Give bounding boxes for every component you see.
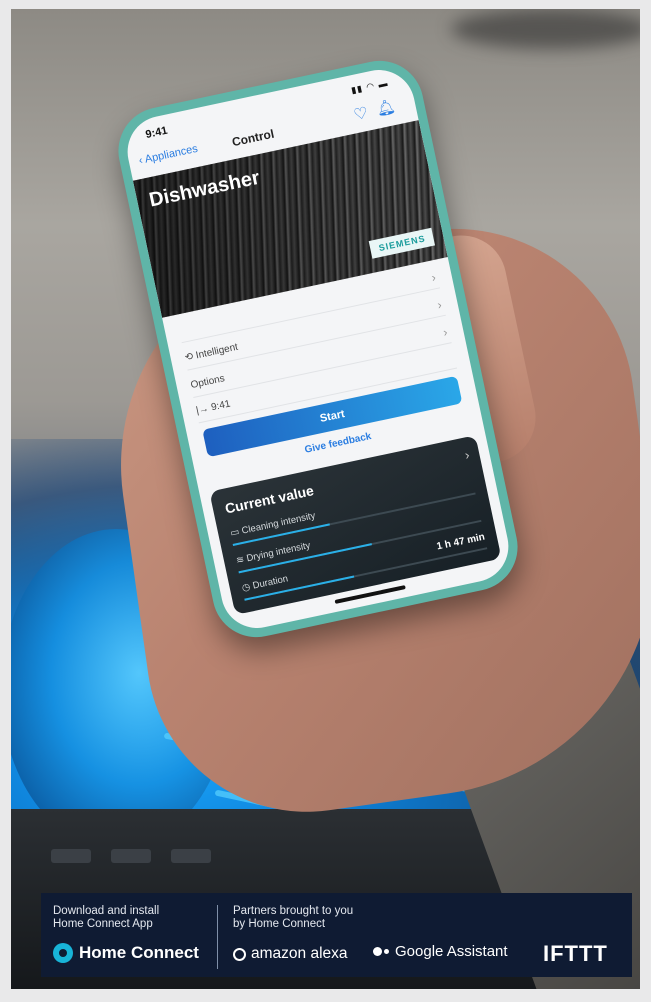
back-label: Appliances [143, 142, 199, 166]
heart-icon[interactable]: ♡ [352, 103, 370, 126]
ifttt-logo[interactable]: IFTTT [543, 941, 608, 967]
home-connect-icon [53, 943, 73, 963]
bell-icon[interactable]: 🔔︎ [375, 97, 397, 119]
divider [217, 905, 218, 969]
status-time: 9:41 [144, 124, 169, 142]
home-connect-logo[interactable]: Home Connect [53, 943, 199, 963]
partners-text: Partners brought to you by Home Connect [233, 905, 354, 930]
back-button[interactable]: ‹ Appliances [138, 143, 199, 167]
chevron-right-icon: › [441, 324, 449, 340]
chevron-right-icon: › [430, 270, 438, 285]
chevron-right-icon: › [436, 297, 443, 313]
google-assistant-logo[interactable]: Google Assistant [373, 943, 508, 960]
console-button [171, 849, 211, 863]
partner-banner: Download and install Home Connect App Ho… [41, 893, 632, 977]
amazon-alexa-logo[interactable]: amazon alexa [233, 945, 348, 963]
alexa-icon [233, 947, 246, 961]
status-icons: ▮▮ ◠ ▬ [350, 77, 390, 96]
shadow [451, 9, 640, 49]
download-text: Download and install Home Connect App [53, 905, 160, 930]
nav-title: Control [230, 126, 276, 150]
card-title: Current value [223, 482, 316, 517]
console-button [51, 849, 91, 863]
background-photo: 9:41 ▮▮ ◠ ▬ ‹ Appliances Control ♡ 🔔︎ Di… [11, 9, 640, 989]
console-button [111, 849, 151, 863]
chevron-right-icon: › [463, 447, 471, 463]
google-assistant-icon [373, 947, 389, 956]
